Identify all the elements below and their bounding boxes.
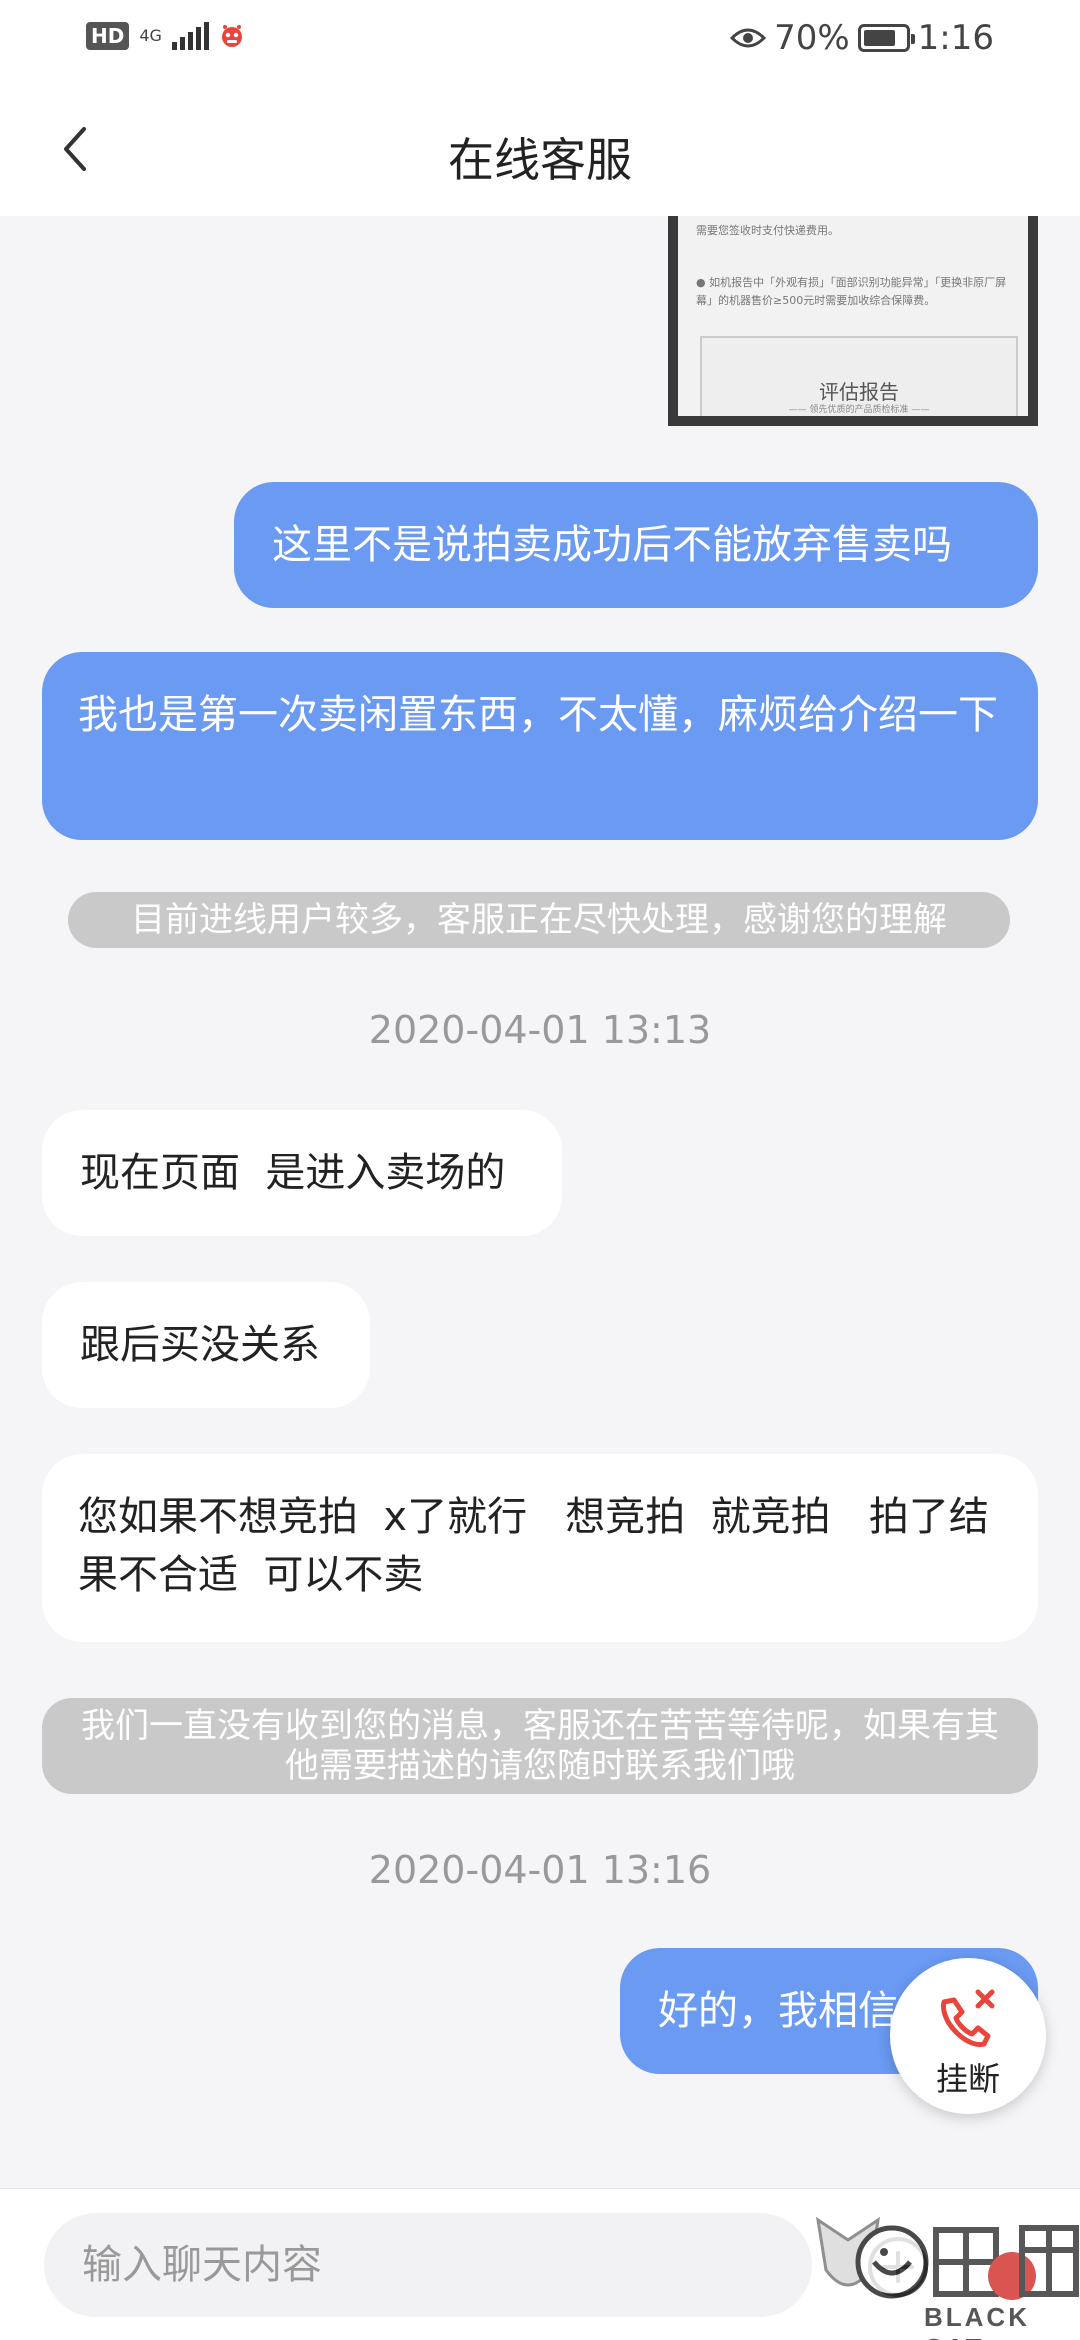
chat-area[interactable]: 需要您签收时支付快递费用。 ● 如机报告中「外观有损」「面部识别功能异常」「更换… — [0, 216, 1080, 2188]
chat-input[interactable] — [44, 2213, 812, 2317]
hangup-button[interactable]: 挂断 — [890, 1958, 1046, 2114]
image-text-line: ● 如机报告中「外观有损」「面部识别功能异常」「更换非原厂屏幕」的机器售价≥50… — [696, 276, 1007, 307]
message-bubble-outgoing[interactable]: 这里不是说拍卖成功后不能放弃售卖吗 — [234, 482, 1038, 608]
timestamp: 2020-04-01 13:16 — [368, 1848, 712, 1892]
image-message[interactable]: 需要您签收时支付快递费用。 ● 如机报告中「外观有损」「面部识别功能异常」「更换… — [668, 216, 1038, 426]
message-bubble-incoming[interactable]: 跟后买没关系 — [42, 1282, 370, 1408]
hd-icon: HD — [86, 22, 130, 50]
chat-header: 在线客服 — [0, 84, 1080, 216]
clock: 1:16 — [917, 18, 994, 58]
image-report-subtitle: —— 领先优质的产品质检标准 —— — [788, 405, 930, 415]
message-bubble-incoming[interactable]: 您如果不想竞拍 x了就行 想竞拍 就竞拍 拍了结果不合适 可以不卖 — [42, 1454, 1038, 1642]
status-left: HD 4G — [86, 22, 245, 50]
image-preview: 需要您签收时支付快递费用。 ● 如机报告中「外观有损」「面部识别功能异常」「更换… — [678, 216, 1028, 416]
app-notification-icon — [221, 25, 242, 47]
signal-icon — [171, 22, 209, 50]
network-type: 4G — [139, 26, 162, 45]
hangup-label: 挂断 — [935, 2060, 1000, 2098]
watermark-text: BLACK CAT — [924, 2302, 1030, 2340]
watermark: BLACK CAT — [808, 2210, 1080, 2340]
image-report-card: 评估报告 —— 领先优质的产品质检标准 —— — [700, 336, 1018, 416]
battery-icon — [857, 24, 915, 52]
page-title: 在线客服 — [448, 133, 632, 187]
timestamp: 2020-04-01 13:13 — [368, 1008, 712, 1052]
black-cat-logo-icon — [815, 2216, 1079, 2300]
message-bubble-incoming[interactable]: 现在页面 是进入卖场的 — [42, 1110, 562, 1236]
image-text-line: 需要您签收时支付快递费用。 — [696, 224, 839, 237]
image-report-title: 评估报告 — [819, 380, 899, 404]
phone-hangup-icon — [941, 1989, 995, 2047]
system-notice: 目前进线用户较多，客服正在尽快处理，感谢您的理解 — [68, 892, 1010, 948]
status-right: 70% 1:16 — [730, 18, 994, 58]
battery-percent: 70% — [774, 18, 850, 58]
message-bubble-outgoing[interactable]: 我也是第一次卖闲置东西，不太懂，麻烦给介绍一下 — [42, 652, 1038, 840]
status-bar: HD 4G 70% 1:16 — [0, 0, 1080, 84]
eye-comfort-icon — [730, 28, 767, 48]
system-notice: 我们一直没有收到您的消息，客服还在苦苦等待呢，如果有其他需要描述的请您随时联系我… — [42, 1698, 1038, 1794]
